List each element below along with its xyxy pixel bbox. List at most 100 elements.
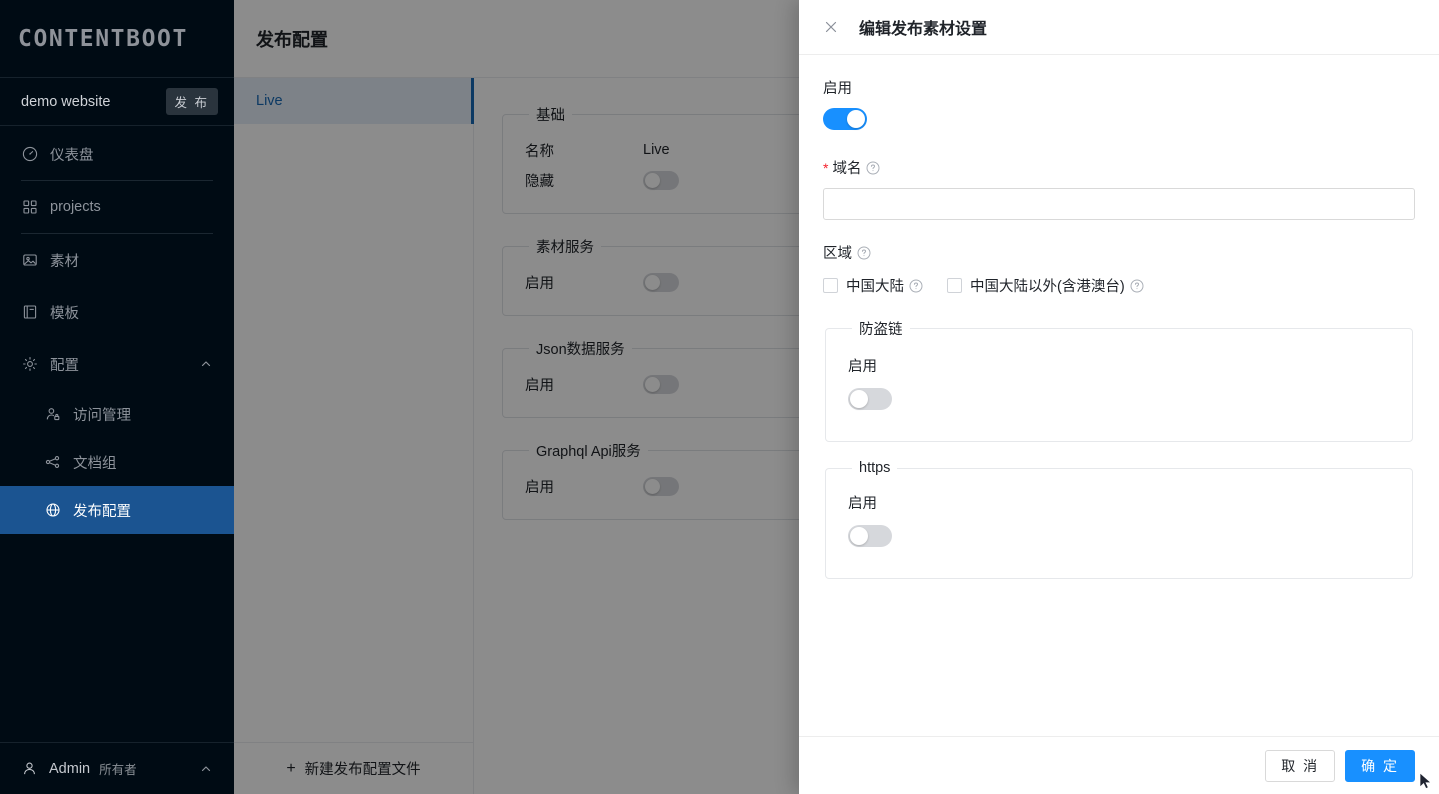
enable-toggle[interactable] (823, 108, 867, 130)
page-title: 发布配置 (256, 29, 328, 50)
app-root: CONTENTBOOT demo website 发 布 仪表盘 project… (0, 0, 1439, 794)
sidebar-item-label: 配置 (50, 357, 79, 374)
cancel-button[interactable]: 取 消 (1265, 749, 1336, 782)
sidebar-item-dashboard[interactable]: 仪表盘 (0, 128, 234, 180)
section-legend: Graphql Api服务 (536, 444, 641, 460)
toggle-knob (645, 376, 660, 392)
required-marker: * (823, 159, 829, 176)
sidebar-subitem-label: 发布配置 (73, 503, 131, 520)
sidebar-subitem-label: 文档组 (73, 455, 117, 472)
template-icon (21, 304, 38, 321)
anti-leech-toggle[interactable] (848, 388, 892, 410)
field-value: Live (643, 142, 670, 158)
question-circle-icon[interactable] (1130, 279, 1144, 293)
https-toggle[interactable] (848, 525, 892, 547)
confirm-button[interactable]: 确 定 (1345, 749, 1415, 782)
section-legend: 素材服务 (536, 240, 594, 256)
https-enable-label: 启用 (848, 496, 877, 512)
sidebar-item-access-management[interactable]: 访问管理 (0, 390, 234, 438)
dashboard-icon (21, 146, 38, 163)
user-name: Admin (49, 760, 91, 777)
region-option-overseas[interactable]: 中国大陆以外(含港澳台) (947, 275, 1144, 296)
sidebar-item-label: 素材 (50, 253, 79, 270)
sidebar-item-doc-group[interactable]: 文档组 (0, 438, 234, 486)
field-label: 启用 (525, 479, 554, 496)
drawer-footer: 取 消 确 定 (799, 736, 1439, 794)
toggle-knob (847, 110, 865, 128)
hidden-toggle[interactable] (643, 170, 679, 190)
user-icon (21, 760, 38, 777)
json-service-toggle[interactable] (643, 374, 679, 394)
section-anti-leech: 防盗链 启用 (825, 318, 1413, 442)
publish-button[interactable]: 发 布 (165, 88, 218, 115)
field-label: 名称 (525, 143, 554, 160)
sidebar-item-publish-config[interactable]: 发布配置 (0, 486, 234, 534)
close-icon[interactable] (823, 19, 839, 35)
drawer-header: 编辑发布素材设置 (799, 0, 1439, 55)
region-checkbox-row: 中国大陆 中国大陆以外(含港澳台) (823, 275, 1415, 296)
sidebar-item-label: 仪表盘 (50, 147, 94, 164)
sidebar-subitem-label: 访问管理 (73, 407, 131, 424)
region-option-mainland[interactable]: 中国大陆 (823, 275, 923, 296)
domain-label: 域名 (832, 161, 862, 177)
list-item-label: Live (256, 93, 283, 109)
sidebar-item-config[interactable]: 配置 (0, 338, 234, 390)
enable-field: 启用 (823, 77, 1415, 135)
region-field: 区域 中国大陆 中国大陆以外(含港澳台) (823, 242, 1415, 296)
section-legend: Json数据服务 (536, 342, 625, 358)
list-item[interactable]: Live (234, 78, 474, 124)
drawer-title: 编辑发布素材设置 (859, 21, 988, 38)
enable-label-wrap: 启用 (823, 77, 1415, 98)
domain-input[interactable] (823, 188, 1415, 220)
section-https: https 启用 (825, 460, 1413, 579)
section-legend: 防盗链 (859, 322, 903, 338)
user-menu[interactable]: Admin 所有者 (0, 742, 234, 794)
domain-field: * 域名 (823, 157, 1415, 220)
new-config-file-label: 新建发布配置文件 (304, 762, 421, 778)
new-config-file-button[interactable]: + 新建发布配置文件 (234, 742, 473, 794)
sidebar: CONTENTBOOT demo website 发 布 仪表盘 project… (0, 0, 234, 794)
user-lock-icon (44, 406, 61, 423)
sidebar-item-label: projects (50, 199, 101, 215)
section-legend: https (859, 460, 891, 476)
image-icon (21, 252, 38, 269)
chevron-up-icon (200, 358, 212, 370)
config-list: Live (234, 78, 474, 742)
region-label-wrap: 区域 (823, 242, 1415, 263)
site-selector[interactable]: demo website 发 布 (0, 78, 234, 126)
globe-icon (44, 502, 61, 519)
sidebar-item-assets[interactable]: 素材 (0, 234, 234, 286)
edit-publish-asset-drawer: 编辑发布素材设置 启用 * 域名 区域 中国大陆 中国大陆以外(含港澳台) 防盗… (799, 0, 1439, 794)
checkbox[interactable] (823, 278, 838, 293)
sidebar-nav: 仪表盘 projects 素材 模板 配置 访问管理 文档组 发布配置 (0, 126, 234, 742)
field-label: 隐藏 (525, 173, 554, 190)
graphql-service-toggle[interactable] (643, 476, 679, 496)
region-label: 区域 (823, 246, 852, 262)
field-label: 启用 (525, 377, 554, 394)
chevron-up-icon (200, 763, 212, 775)
section-legend: 基础 (536, 108, 565, 124)
anti-leech-enable-label: 启用 (848, 359, 877, 375)
sidebar-item-label: 模板 (50, 305, 79, 322)
plus-icon: + (286, 759, 296, 777)
checkbox[interactable] (947, 278, 962, 293)
site-name: demo website (21, 93, 111, 110)
question-circle-icon[interactable] (866, 161, 880, 175)
region-option-label: 中国大陆 (846, 279, 904, 295)
grid-icon (21, 199, 38, 216)
asset-service-toggle[interactable] (643, 272, 679, 292)
question-circle-icon[interactable] (857, 246, 871, 260)
toggle-knob (850, 390, 868, 408)
domain-label-wrap: * 域名 (823, 157, 1415, 178)
sidebar-item-projects[interactable]: projects (0, 181, 234, 233)
field-label: 启用 (525, 275, 554, 292)
brand-logo[interactable]: CONTENTBOOT (0, 0, 234, 78)
sidebar-item-templates[interactable]: 模板 (0, 286, 234, 338)
question-circle-icon[interactable] (909, 279, 923, 293)
region-option-label: 中国大陆以外(含港澳台) (970, 279, 1125, 295)
enable-label: 启用 (823, 81, 852, 97)
toggle-knob (645, 478, 660, 494)
brand-text: CONTENTBOOT (18, 25, 188, 52)
toggle-knob (645, 172, 660, 188)
gear-icon (21, 356, 38, 373)
